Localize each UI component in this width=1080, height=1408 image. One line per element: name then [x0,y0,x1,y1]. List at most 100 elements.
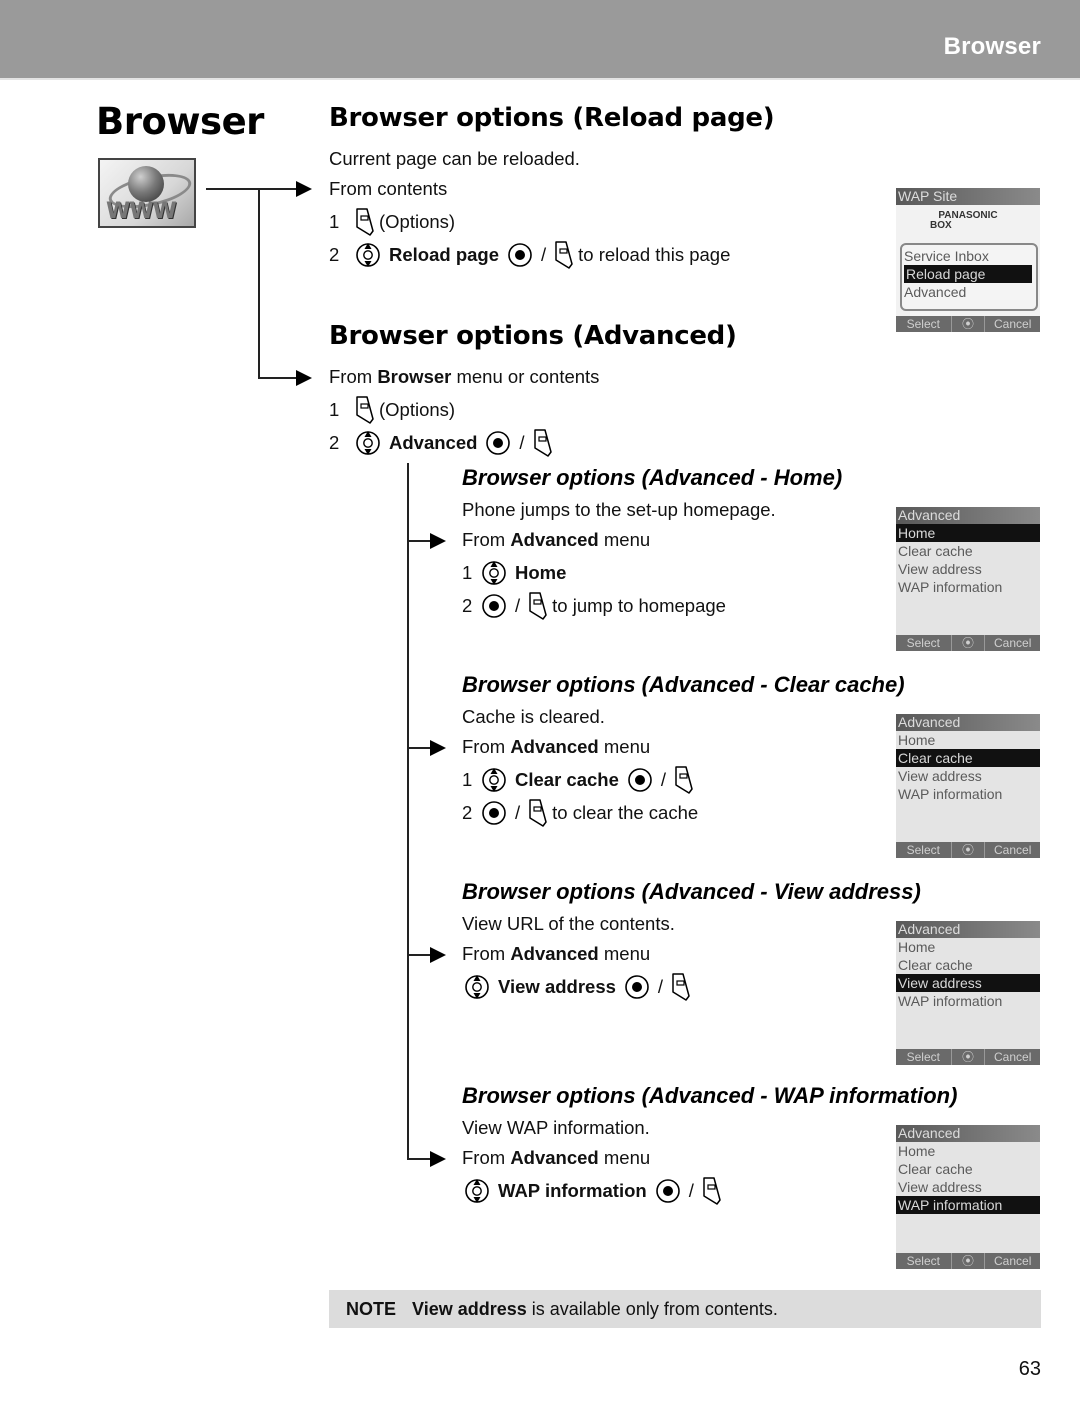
advanced-from: From Browser menu or contents [329,366,599,388]
soft-key-icon [674,765,694,795]
navigation-key-icon [464,1177,490,1205]
screen-menu-item: Clear cache [898,1161,973,1177]
soft-key-icon [355,395,375,425]
options-popup: Service Inbox Reload page Advanced [900,243,1038,311]
section-title: Browser [943,33,1041,60]
screen-menu-item-selected: Reload page [904,265,1032,283]
step-text: to reload this page [578,244,731,265]
select-key-icon [507,242,533,268]
screen-menu-item-selected: Clear cache [896,749,1040,767]
select-key-icon [627,767,653,793]
step-text: to clear the cache [552,802,699,823]
description-text: Cache is cleared. [462,706,605,727]
step-text: (Options) [379,399,456,420]
screen-softkeys: Select ⦿ Cancel [896,316,1040,332]
connector-line [407,1158,432,1160]
logo-line: PANASONIC [938,210,998,221]
phone-screen-reload: WAP Site PANASONIC BOX Service Inbox Rel… [896,188,1040,332]
softkey-cancel: Cancel [994,317,1032,331]
screen-menu-item: View address [898,768,982,784]
menu-item-name: Advanced [389,432,478,453]
screen-menu-item: View address [898,561,982,577]
screen-title: Advanced [896,921,1040,938]
phone-screen-wap-information: Advanced Home Clear cache View address WAP i… [896,1125,1040,1269]
softkey-select: Select [896,1049,952,1065]
screen-title: Advanced [896,1125,1040,1142]
subsection-heading-home: Browser options (Advanced - Home) [462,465,843,490]
subsection-from: From Advanced menu [462,1147,650,1169]
from-bold: Advanced [510,529,599,550]
screen-title: WAP Site [896,188,1040,205]
softkey-center: ⦿ [952,1253,986,1269]
connector-line [407,463,409,1159]
from-suffix: menu [598,529,651,550]
advanced-step-2: 2 Advanced / [329,428,557,458]
navigation-key-icon [355,241,381,269]
phone-screen-view-address: Advanced Home Clear cache View address WAP i… [896,921,1040,1065]
section-heading-reload: Browser options (Reload page) [329,103,775,133]
page-number: 63 [1018,1358,1041,1380]
globe-graphic [128,166,164,202]
screen-softkeys: Select ⦿ Cancel [896,1253,1040,1269]
chapter-title: Browser [96,100,264,143]
from-prefix: From [462,943,511,964]
screen-menu-item-selected: Home [896,524,1040,542]
softkey-cancel: Cancel [994,843,1032,857]
navigation-key-icon [481,766,507,794]
step-number: 1 [329,211,340,232]
note-label: NOTE [346,1298,397,1319]
select-key-icon [481,800,507,826]
subsection-step-1: 1 Home [462,558,566,588]
separator: / [515,595,521,616]
softkey-select: Select [896,316,952,332]
from-prefix: From [462,736,511,757]
step-number: 2 [329,244,340,265]
soft-key-icon [528,591,548,621]
connector-line [206,188,300,190]
separator: / [541,244,547,265]
connector-line [258,188,260,378]
description-text: Phone jumps to the set-up homepage. [462,499,776,520]
softkey-select: Select [896,1253,952,1269]
soft-key-icon [528,798,548,828]
screen-title: Advanced [896,507,1040,524]
connector-line [407,747,432,749]
note-bold: View address [412,1298,527,1319]
step-number: 1 [462,562,473,583]
screen-softkeys: Select ⦿ Cancel [896,1049,1040,1065]
navigation-key-icon [464,973,490,1001]
soft-key-icon [554,240,574,270]
step-number: 2 [462,802,473,823]
screen-menu-item: Clear cache [898,543,973,559]
subsection-step-1: View address / [462,972,695,1002]
arrow-icon [430,947,446,963]
navigation-key-icon [355,429,381,457]
menu-item-name: WAP information [498,1180,647,1201]
separator: / [660,769,667,790]
soft-key-icon [702,1176,722,1206]
from-bold: Advanced [510,1147,599,1168]
separator: / [515,802,521,823]
menu-item-name: View address [498,976,616,997]
from-suffix: menu or contents [451,366,600,387]
description-text: View URL of the contents. [462,913,675,934]
phone-screen-home: Advanced Home Clear cache View address WAP i… [896,507,1040,651]
screen-menu-item: WAP information [898,993,1003,1009]
arrow-icon [430,1151,446,1167]
screen-menu-item-selected: WAP information [896,1196,1040,1214]
menu-item-name: Clear cache [515,769,619,790]
screen-title: Advanced [896,714,1040,731]
softkey-cancel: Cancel [994,636,1032,650]
soft-key-icon [355,207,375,237]
screen-menu-item-selected: View address [896,974,1040,992]
softkey-cancel: Cancel [994,1254,1032,1268]
reload-description: Current page can be reloaded. [329,148,580,170]
step-text: to jump to homepage [552,595,726,616]
arrow-icon [296,370,312,386]
connector-line [407,954,432,956]
subsection-step-2: 2 / to jump to homepage [462,591,726,621]
screen-softkeys: Select ⦿ Cancel [896,842,1040,858]
advanced-step-1: 1 (Options) [329,395,455,425]
softkey-center: ⦿ [952,1049,986,1065]
section-heading-advanced: Browser options (Advanced) [329,321,737,351]
